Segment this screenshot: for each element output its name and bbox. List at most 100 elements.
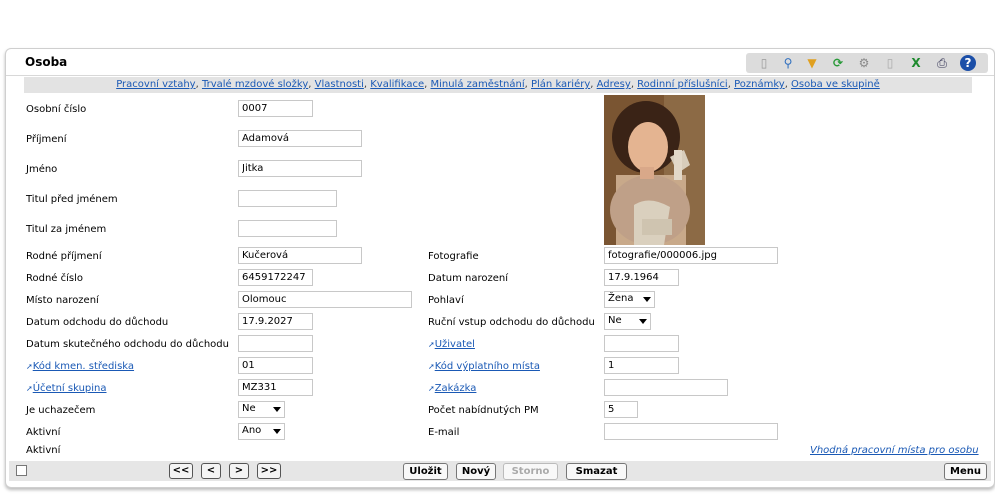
label-titul-za: Titul za jménem: [26, 224, 107, 235]
link-osoba-ve-skupine[interactable]: Osoba ve skupině: [791, 79, 880, 90]
cancel-button[interactable]: Storno: [503, 463, 558, 480]
related-links-bar: Pracovní vztahy, Trvalé mzdové složky, V…: [24, 77, 972, 93]
footer-action-bar: << < > >> Uložit Nový Storno Smazat Menu: [9, 461, 991, 481]
label-prijmeni: Příjmení: [26, 134, 67, 145]
label-rucni-vstup: Ruční vstup odchodu do důchodu: [428, 317, 595, 328]
link-vlastnosti[interactable]: Vlastnosti: [315, 79, 364, 90]
link-poznamky[interactable]: Poznámky: [734, 79, 785, 90]
last-record-button[interactable]: >>: [257, 463, 281, 479]
lookup-arrow-icon: ➚: [26, 384, 33, 393]
osobni-cislo-input[interactable]: [238, 100, 313, 117]
toolbar: ▯ ⚲ ▼ ⟳ ⚙ ▯ X ⎙ ?: [746, 53, 988, 73]
label-titul-pred: Titul před jménem: [26, 194, 118, 205]
label-aktivni-2: Aktivní: [26, 445, 61, 456]
link-kvalifikace[interactable]: Kvalifikace: [370, 79, 424, 90]
label-osobni-cislo: Osobní číslo: [26, 104, 87, 115]
misto-narozeni-input[interactable]: [238, 291, 412, 308]
menu-button[interactable]: Menu: [944, 463, 987, 480]
label-aktivni: Aktivní: [26, 427, 61, 438]
kod-vyplatniho-mista-link[interactable]: Kód výplatního místa: [435, 361, 540, 372]
label-kod-strediska: ➚Kód kmen. střediska: [26, 361, 134, 372]
link-pracovni-vztahy[interactable]: Pracovní vztahy: [116, 79, 195, 90]
label-rodne-cislo: Rodné číslo: [26, 273, 84, 284]
new-document-icon[interactable]: ▯: [756, 55, 772, 71]
rodne-cislo-input[interactable]: [238, 269, 313, 286]
chevron-down-icon: [643, 297, 651, 302]
print-icon[interactable]: ⎙: [934, 55, 950, 71]
lookup-arrow-icon: ➚: [428, 362, 435, 371]
lookup-arrow-icon: ➚: [26, 362, 33, 371]
select-checkbox[interactable]: [16, 465, 27, 476]
label-je-uchazecem: Je uchazečem: [26, 405, 96, 416]
first-record-button[interactable]: <<: [169, 463, 193, 479]
label-ucetni-skupina: ➚Účetní skupina: [26, 383, 107, 394]
titul-pred-input[interactable]: [238, 190, 337, 207]
person-photo: [604, 95, 705, 245]
lookup-arrow-icon: ➚: [428, 340, 435, 349]
link-rodinni-prislusnici[interactable]: Rodinní příslušníci: [637, 79, 728, 90]
search-icon[interactable]: ⚲: [780, 55, 796, 71]
settings-icon[interactable]: ⚙: [856, 55, 872, 71]
prev-record-button[interactable]: <: [201, 463, 221, 479]
zakazka-input[interactable]: [604, 379, 728, 396]
kod-strediska-link[interactable]: Kód kmen. střediska: [33, 361, 134, 372]
zakazka-link[interactable]: Zakázka: [435, 383, 477, 394]
panel-header: Osoba ▯ ⚲ ▼ ⟳ ⚙ ▯ X ⎙ ?: [6, 49, 994, 76]
suitable-positions-link[interactable]: Vhodná pracovní místa pro osobu: [810, 445, 979, 456]
kod-strediska-input[interactable]: [238, 357, 313, 374]
label-datum-odchodu: Datum odchodu do důchodu: [26, 317, 169, 328]
pocet-pm-input[interactable]: [604, 401, 638, 418]
aktivni-value: Ano: [242, 425, 262, 436]
label-jmeno: Jméno: [26, 164, 58, 175]
next-record-button[interactable]: >: [229, 463, 249, 479]
je-uchazecem-value: Ne: [242, 403, 256, 414]
titul-za-input[interactable]: [238, 220, 337, 237]
filter-icon[interactable]: ▼: [804, 55, 820, 71]
aktivni-select[interactable]: Ano: [238, 423, 285, 440]
person-form-panel: Osoba ▯ ⚲ ▼ ⟳ ⚙ ▯ X ⎙ ? Pracovní vztahy,…: [5, 48, 995, 488]
link-adresy[interactable]: Adresy: [597, 79, 631, 90]
datum-narozeni-input[interactable]: [604, 269, 679, 286]
rucni-vstup-value: Ne: [608, 315, 622, 326]
uzivatel-link[interactable]: Uživatel: [435, 339, 475, 350]
label-uzivatel: ➚Uživatel: [428, 339, 475, 350]
label-fotografie: Fotografie: [428, 251, 479, 262]
rodne-prijmeni-input[interactable]: [238, 247, 362, 264]
jmeno-input[interactable]: [238, 160, 362, 177]
je-uchazecem-select[interactable]: Ne: [238, 401, 285, 418]
link-minula-zamestnani[interactable]: Minulá zaměstnání: [430, 79, 524, 90]
pohlavi-select[interactable]: Žena: [604, 291, 655, 308]
save-button[interactable]: Uložit: [403, 463, 448, 480]
link-trvale-mzdove-slozky[interactable]: Trvalé mzdové složky: [202, 79, 308, 90]
pohlavi-value: Žena: [608, 293, 634, 304]
ucetni-skupina-link[interactable]: Účetní skupina: [33, 383, 107, 394]
ucetni-skupina-input[interactable]: [238, 379, 313, 396]
label-pocet-pm: Počet nabídnutých PM: [428, 405, 539, 416]
fotografie-input[interactable]: [604, 247, 778, 264]
datum-skutecneho-odchodu-input[interactable]: [238, 335, 313, 352]
document-icon[interactable]: ▯: [882, 55, 898, 71]
excel-export-icon[interactable]: X: [908, 55, 924, 71]
uzivatel-input[interactable]: [604, 335, 679, 352]
label-datum-skutecneho-odchodu: Datum skutečného odchodu do důchodu: [26, 339, 229, 350]
photo-image: [604, 95, 705, 245]
chevron-down-icon: [273, 429, 281, 434]
kod-vyplatniho-mista-input[interactable]: [604, 357, 679, 374]
label-datum-narozeni: Datum narození: [428, 273, 508, 284]
rucni-vstup-select[interactable]: Ne: [604, 313, 651, 330]
refresh-icon[interactable]: ⟳: [830, 55, 846, 71]
email-input[interactable]: [604, 423, 778, 440]
delete-button[interactable]: Smazat: [566, 463, 627, 480]
datum-odchodu-input[interactable]: [238, 313, 313, 330]
page-title: Osoba: [25, 55, 68, 69]
label-email: E-mail: [428, 427, 460, 438]
prijmeni-input[interactable]: [238, 130, 362, 147]
new-button[interactable]: Nový: [456, 463, 496, 480]
link-plan-kariery[interactable]: Plán kariéry: [531, 79, 590, 90]
help-icon[interactable]: ?: [960, 55, 976, 71]
label-kod-vyplatniho-mista: ➚Kód výplatního místa: [428, 361, 540, 372]
label-misto-narozeni: Místo narození: [26, 295, 99, 306]
chevron-down-icon: [639, 319, 647, 324]
chevron-down-icon: [273, 407, 281, 412]
label-zakazka: ➚Zakázka: [428, 383, 476, 394]
